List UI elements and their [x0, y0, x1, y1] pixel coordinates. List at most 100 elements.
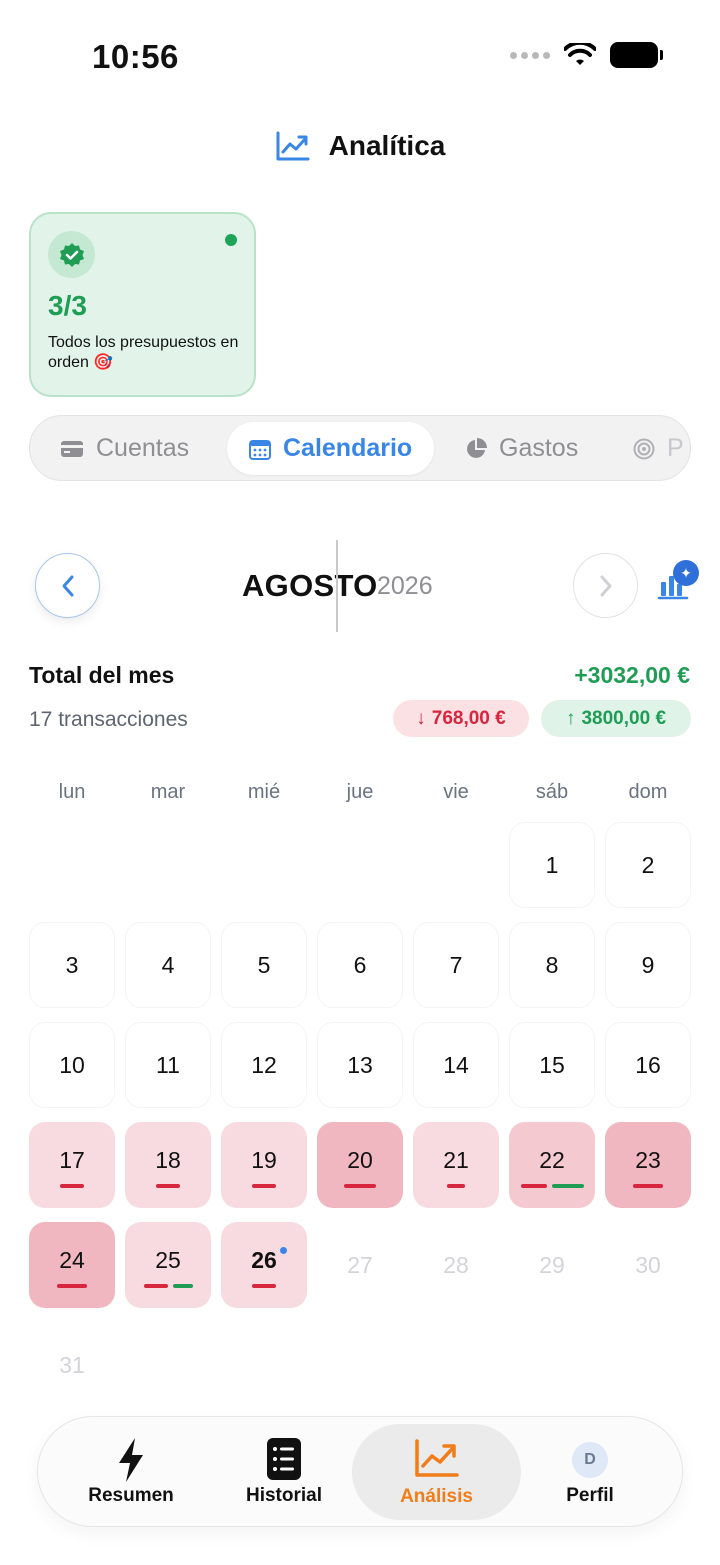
- calendar-day[interactable]: 5: [221, 922, 307, 1008]
- arrow-down-icon: ↓: [416, 707, 426, 729]
- day-number: 23: [635, 1146, 661, 1173]
- calendar-day[interactable]: 4: [125, 922, 211, 1008]
- calendar-day[interactable]: 16: [605, 1022, 691, 1108]
- signal-icon: [510, 51, 550, 59]
- previous-month-button[interactable]: [35, 553, 100, 618]
- status-icons: [510, 42, 663, 68]
- calendar-day[interactable]: 14: [413, 1022, 499, 1108]
- battery-icon: [610, 42, 663, 68]
- calendar-day[interactable]: 19: [221, 1122, 307, 1208]
- calendar-day-today[interactable]: 26: [221, 1222, 307, 1308]
- activity-marks: [413, 1184, 499, 1188]
- tab-more[interactable]: P: [633, 422, 684, 475]
- calendar-day[interactable]: 10: [29, 1022, 115, 1108]
- calendar-day[interactable]: 8: [509, 922, 595, 1008]
- next-month-button[interactable]: [573, 553, 638, 618]
- page-header: Analítica: [0, 130, 720, 162]
- nav-historial[interactable]: Historial: [204, 1417, 364, 1525]
- arrow-up-icon: ↑: [565, 707, 576, 729]
- page-title: Analítica: [328, 130, 446, 161]
- weekday-label: mié: [247, 781, 281, 803]
- weekday-label: dom: [628, 781, 668, 803]
- sparkle-icon: ✦: [673, 560, 699, 586]
- tab-cuentas-label: Cuentas: [96, 434, 190, 462]
- calendar-day[interactable]: 1: [509, 822, 595, 908]
- day-number: 25: [155, 1246, 181, 1273]
- nav-resumen-label: Resumen: [88, 1485, 174, 1506]
- calendar-day[interactable]: 7: [413, 922, 499, 1008]
- weekday-label: mar: [150, 781, 186, 803]
- expenses-pill: ↓ 768,00 €: [393, 700, 529, 737]
- weekday-label: lun: [58, 781, 86, 803]
- tab-gastos[interactable]: Gastos: [465, 422, 578, 475]
- activity-marks: [125, 1184, 211, 1188]
- month-label: AGOSTO: [242, 568, 378, 603]
- activity-marks: [29, 1184, 115, 1188]
- expenses-value: 768,00 €: [431, 707, 506, 729]
- pie-icon: [467, 437, 487, 458]
- day-number: 17: [59, 1146, 85, 1173]
- day-number: 22: [539, 1146, 565, 1173]
- tab-calendario[interactable]: Calendario: [227, 422, 435, 475]
- calendar-day[interactable]: 6: [317, 922, 403, 1008]
- lightning-icon: [119, 1438, 143, 1482]
- chevron-left-icon: [62, 575, 73, 596]
- calendar-day[interactable]: 25: [125, 1222, 211, 1308]
- calendar-icon: [249, 439, 271, 460]
- weekday-label: sáb: [535, 781, 569, 803]
- transaction-count: 17 transacciones: [29, 708, 188, 731]
- section-tabs: Cuentas Calendario Gastos P: [29, 415, 691, 481]
- target-icon: [633, 438, 655, 459]
- day-number: 24: [59, 1246, 85, 1273]
- activity-marks: [29, 1284, 115, 1288]
- calendar-day-future: 30: [635, 1251, 661, 1278]
- day-number: 26: [251, 1246, 277, 1273]
- calendar-day-future: 31: [59, 1351, 85, 1378]
- tab-calendario-label: Calendario: [283, 434, 413, 462]
- calendar-day[interactable]: 24: [29, 1222, 115, 1308]
- calendar-day[interactable]: 2: [605, 822, 691, 908]
- day-number: 21: [443, 1146, 469, 1173]
- list-icon: [267, 1438, 301, 1480]
- month-total-value: +3032,00 €: [574, 662, 690, 688]
- calendar-day-future: 27: [347, 1251, 373, 1278]
- calendar-day[interactable]: 3: [29, 922, 115, 1008]
- calendar-day[interactable]: 15: [509, 1022, 595, 1108]
- calendar-day[interactable]: 23: [605, 1122, 691, 1208]
- month-total-label: Total del mes: [29, 662, 175, 688]
- tab-more-label: P: [667, 434, 684, 462]
- activity-marks: [317, 1184, 403, 1188]
- nav-perfil[interactable]: D Perfil: [510, 1417, 670, 1525]
- calendar-day[interactable]: 21: [413, 1122, 499, 1208]
- calendar-day[interactable]: 17: [29, 1122, 115, 1208]
- calendar-day-future: 28: [443, 1251, 469, 1278]
- calendar-day[interactable]: 22: [509, 1122, 595, 1208]
- nav-resumen[interactable]: Resumen: [51, 1417, 211, 1525]
- calendar-day[interactable]: 13: [317, 1022, 403, 1108]
- tab-cuentas[interactable]: Cuentas: [60, 422, 189, 475]
- calendar-day-future: 29: [539, 1251, 565, 1278]
- nav-historial-label: Historial: [245, 1485, 323, 1506]
- nav-analisis[interactable]: Análisis: [352, 1424, 521, 1520]
- divider: [336, 540, 338, 632]
- day-number: 18: [155, 1146, 181, 1173]
- budget-status-card[interactable]: 3/3 Todos los presupuestos en orden 🎯: [29, 212, 256, 397]
- status-dot: [225, 234, 237, 246]
- trend-chart-icon: [276, 131, 310, 161]
- day-number: 19: [251, 1146, 277, 1173]
- year-label: 2026: [377, 572, 433, 600]
- nav-analisis-label: Análisis: [400, 1486, 473, 1507]
- income-value: 3800,00 €: [581, 707, 667, 729]
- verified-badge-icon: [48, 231, 95, 278]
- calendar-day[interactable]: 18: [125, 1122, 211, 1208]
- status-time: 10:56: [92, 38, 179, 75]
- avatar: D: [572, 1442, 608, 1478]
- activity-marks: [509, 1184, 595, 1188]
- today-indicator: [280, 1247, 287, 1254]
- calendar-day[interactable]: 9: [605, 922, 691, 1008]
- calendar-day[interactable]: 11: [125, 1022, 211, 1108]
- calendar-day[interactable]: 20: [317, 1122, 403, 1208]
- nav-perfil-label: Perfil: [566, 1485, 614, 1506]
- weekday-label: vie: [443, 781, 469, 803]
- calendar-day[interactable]: 12: [221, 1022, 307, 1108]
